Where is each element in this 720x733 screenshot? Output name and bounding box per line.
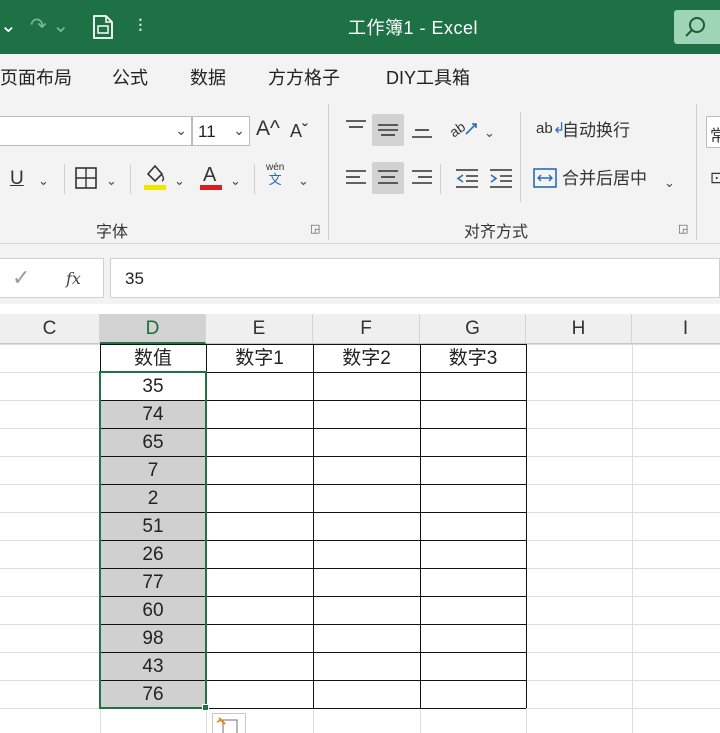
phonetic-bottom-text: 文 [268, 172, 282, 187]
search-button[interactable] [674, 10, 720, 44]
phonetic-dropdown[interactable]: ⌄ [298, 170, 309, 192]
font-name-box[interactable]: ⌄ [0, 116, 192, 146]
align-center-icon[interactable] [372, 162, 404, 194]
merge-center-icon[interactable] [532, 166, 558, 196]
fill-handle[interactable] [202, 704, 209, 711]
table-header-cell[interactable]: 数值 [100, 345, 206, 373]
font-dialog-launcher-icon[interactable]: ◲ [310, 222, 320, 235]
borders-icon[interactable] [74, 166, 98, 196]
fill-color-icon[interactable] [142, 162, 168, 198]
chevron-down-icon[interactable]: ⌄ [233, 122, 245, 139]
ribbon-tabs: 页面布局 公式 数据 方方格子 DIY工具箱 [0, 54, 720, 98]
formula-value: 35 [125, 269, 144, 288]
font-color-icon[interactable]: A [198, 162, 224, 198]
shrink-font-button[interactable]: Aˇ [290, 120, 308, 142]
gridline [632, 344, 633, 733]
undo-dropdown[interactable]: ⌄ [0, 12, 17, 40]
tab-diy-toolbox[interactable]: DIY工具箱 [386, 64, 470, 90]
formula-input[interactable]: 35 [110, 258, 720, 298]
redo-button[interactable]: ↷ ⌄ [30, 12, 69, 40]
orientation-icon[interactable]: ab [446, 116, 480, 146]
tab-formulas[interactable]: 公式 [112, 64, 148, 90]
increase-indent-icon[interactable] [488, 166, 514, 196]
grow-font-button[interactable]: A^ [256, 118, 280, 140]
ribbon: ⌄ 11 ⌄ A^ Aˇ U ⌄ ⌄ ⌄ A ⌄ wén 文 ⌄ 字体 ◲ ab… [0, 98, 720, 244]
font-group-label: 字体 [96, 224, 129, 241]
separator [130, 164, 131, 194]
phonetic-guide-button[interactable]: wén 文 [266, 162, 284, 186]
group-separator [696, 104, 697, 240]
wrap-text-button[interactable]: 自动换行 [562, 120, 630, 142]
orientation-dropdown[interactable]: ⌄ [484, 122, 495, 144]
separator [520, 112, 521, 202]
font-size-value: 11 [198, 122, 216, 141]
merge-center-button[interactable]: 合并后居中 [562, 168, 647, 190]
font-color-dropdown[interactable]: ⌄ [230, 170, 241, 192]
separator [440, 164, 441, 194]
column-header-f[interactable]: F [313, 314, 420, 344]
alignment-dialog-launcher-icon[interactable]: ◲ [678, 222, 688, 235]
title-bar: ⌄ ↷ ⌄ ⫶ 工作簿1 - Excel [0, 0, 720, 54]
underline-button[interactable]: U [10, 168, 24, 190]
table-header-cell[interactable]: 数字3 [420, 345, 526, 373]
group-separator [328, 104, 329, 240]
table-header-cell[interactable]: 数字1 [206, 345, 313, 373]
wrap-text-icon[interactable]: ab↲ [536, 118, 565, 140]
formula-buttons: ✓ fx [0, 258, 104, 298]
separator [254, 164, 255, 194]
table-border [100, 343, 526, 345]
tab-fangfang-grid[interactable]: 方方格子 [268, 64, 340, 90]
borders-dropdown[interactable]: ⌄ [106, 170, 117, 192]
column-header-d[interactable]: D [100, 314, 206, 344]
check-icon[interactable]: ✓ [12, 265, 30, 291]
window-title: 工作簿1 - Excel [348, 18, 479, 38]
worksheet-grid[interactable]: C D E F G H I 35 74 65 7 2 51 26 77 60 98 43 76 数值 数字1 数字2 数字3 [0, 314, 720, 733]
svg-text:ab: ab [450, 118, 468, 140]
separator [64, 164, 65, 194]
underline-dropdown[interactable]: ⌄ [38, 170, 49, 192]
align-right-icon[interactable] [410, 166, 434, 196]
column-header-i[interactable]: I [632, 314, 720, 344]
decrease-indent-icon[interactable] [454, 166, 480, 196]
fill-color-dropdown[interactable]: ⌄ [174, 170, 185, 192]
print-preview-icon[interactable] [92, 14, 114, 48]
align-bottom-icon[interactable] [410, 118, 434, 148]
number-format-value: 常 [710, 122, 720, 146]
customize-toolbar-button[interactable]: ⫶ [138, 12, 143, 40]
align-left-icon[interactable] [344, 166, 368, 196]
table-header-cell[interactable]: 数字2 [313, 345, 420, 373]
chevron-down-icon[interactable]: ⌄ [175, 122, 187, 139]
merge-center-dropdown[interactable]: ⌄ [664, 172, 675, 194]
column-header-g[interactable]: G [420, 314, 526, 344]
column-header-e[interactable]: E [206, 314, 313, 344]
tab-page-layout[interactable]: 页面布局 [0, 64, 72, 90]
search-icon [685, 17, 705, 37]
font-size-box[interactable]: 11 ⌄ [192, 116, 250, 146]
number-format-box[interactable]: 常 [706, 116, 720, 148]
formula-bar: ✓ fx 35 [0, 244, 720, 304]
align-middle-icon[interactable] [372, 114, 404, 146]
quick-analysis-button[interactable] [212, 713, 246, 733]
quick-analysis-icon [216, 717, 238, 733]
function-icon[interactable]: fx [66, 269, 81, 288]
align-top-icon[interactable] [344, 116, 368, 146]
column-header-h[interactable]: H [526, 314, 632, 344]
svg-text:A: A [203, 164, 217, 186]
number-format-icon[interactable]: ⊡ [710, 168, 720, 190]
tab-data[interactable]: 数据 [190, 64, 226, 90]
selection-outline [99, 371, 207, 709]
alignment-group-label: 对齐方式 [464, 224, 529, 241]
column-header-c[interactable]: C [0, 314, 100, 344]
wrap-text-glyph: ab [536, 120, 553, 137]
